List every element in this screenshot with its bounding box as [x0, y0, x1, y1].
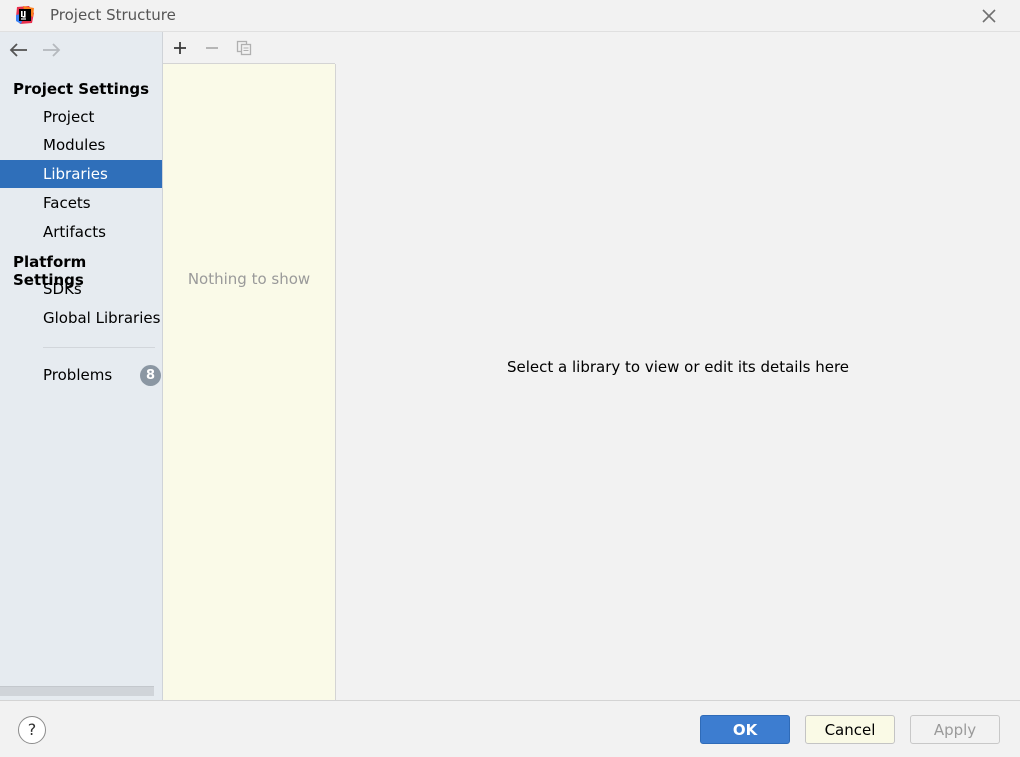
help-button[interactable]: ? — [18, 716, 46, 744]
sidebar-item-label: Artifacts — [43, 223, 106, 241]
library-list-toolbar — [163, 32, 335, 64]
sidebar-item-label: Global Libraries — [43, 309, 161, 327]
sidebar-item-facets[interactable]: Facets — [0, 189, 162, 217]
sidebar-divider — [43, 347, 155, 348]
copy-icon[interactable] — [236, 40, 252, 56]
settings-sidebar: Project Settings Project Modules Librari… — [0, 32, 163, 700]
empty-list-text: Nothing to show — [187, 270, 311, 288]
sidebar-item-artifacts[interactable]: Artifacts — [0, 218, 162, 246]
library-list[interactable]: Nothing to show — [163, 64, 336, 700]
sidebar-item-label: Project — [43, 108, 95, 126]
sidebar-item-libraries[interactable]: Libraries — [0, 160, 162, 188]
ok-button[interactable]: OK — [700, 715, 790, 744]
arrow-right-icon[interactable] — [40, 40, 62, 60]
sidebar-item-label: Libraries — [43, 165, 108, 183]
sidebar-item-modules[interactable]: Modules — [0, 131, 162, 159]
window-title: Project Structure — [50, 6, 176, 24]
details-placeholder-text: Select a library to view or edit its det… — [506, 358, 850, 376]
sidebar-item-label: Facets — [43, 194, 91, 212]
problems-count-badge: 8 — [140, 365, 161, 386]
sidebar-horizontal-scrollbar[interactable] — [0, 686, 154, 696]
minus-icon[interactable] — [204, 40, 220, 56]
project-settings-header: Project Settings — [13, 80, 150, 98]
intellij-idea-logo-icon — [16, 6, 34, 24]
close-icon[interactable] — [978, 5, 1000, 27]
arrow-left-icon[interactable] — [8, 40, 30, 60]
apply-button[interactable]: Apply — [910, 715, 1000, 744]
sidebar-item-project[interactable]: Project — [0, 103, 162, 131]
sidebar-item-label: Problems — [43, 366, 113, 384]
sidebar-item-label: Modules — [43, 136, 106, 154]
plus-icon[interactable] — [172, 40, 188, 56]
title-bar: Project Structure — [0, 0, 1020, 32]
sidebar-item-label: SDKs — [43, 280, 82, 298]
library-details-panel: Select a library to view or edit its det… — [336, 32, 1020, 700]
sidebar-item-sdks[interactable]: SDKs — [0, 275, 162, 303]
sidebar-item-problems[interactable]: Problems — [0, 361, 162, 389]
sidebar-item-global-libraries[interactable]: Global Libraries — [0, 304, 162, 332]
cancel-button[interactable]: Cancel — [805, 715, 895, 744]
dialog-footer: ? OK Cancel Apply — [0, 700, 1020, 757]
